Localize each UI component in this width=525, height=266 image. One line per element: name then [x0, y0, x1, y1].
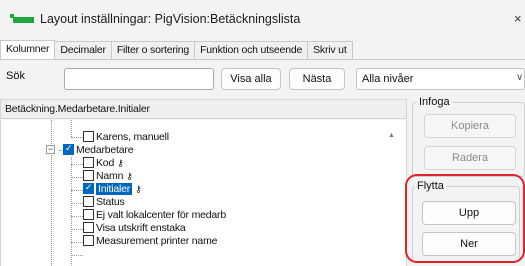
- close-icon[interactable]: ×: [514, 11, 522, 26]
- delete-button[interactable]: Radera: [424, 146, 516, 170]
- checkbox[interactable]: [83, 170, 94, 181]
- collapse-icon[interactable]: −: [46, 145, 55, 154]
- tab-funktion-utseende[interactable]: Funktion och utseende: [194, 41, 309, 59]
- tree-node-label: Measurement printer name: [96, 235, 218, 247]
- checkbox[interactable]: [83, 235, 94, 246]
- tree-connector: [71, 229, 83, 230]
- tree-node-label: Visa utskrift enstaka: [96, 222, 186, 234]
- checkbox[interactable]: [83, 196, 94, 207]
- tab-decimaler[interactable]: Decimaler: [54, 41, 112, 59]
- tab-divider: [0, 59, 525, 60]
- search-input[interactable]: [64, 68, 214, 90]
- tree-connector: [51, 120, 52, 266]
- tree-connector: [71, 242, 83, 243]
- highlight-annotation: [405, 174, 525, 263]
- tree-node[interactable]: Kod ⚷: [83, 157, 124, 170]
- checkbox[interactable]: [83, 157, 94, 168]
- tree-connector: [71, 203, 83, 204]
- window-title: Layout inställningar: PigVision:Betäckni…: [40, 12, 301, 26]
- show-all-button[interactable]: Visa alla: [221, 68, 281, 90]
- checkbox[interactable]: [83, 222, 94, 233]
- tab-strip: Kolumner Decimaler Filter o sortering Fu…: [0, 40, 353, 60]
- next-button[interactable]: Nästa: [289, 68, 345, 90]
- tree-node-label: Medarbetare: [76, 144, 134, 156]
- tree-node-selected[interactable]: Initialer⚷: [83, 182, 142, 196]
- tree-node[interactable]: Measurement printer name: [83, 235, 217, 248]
- tree-connector: [71, 137, 83, 138]
- tree-node[interactable]: Karens, manuell: [83, 131, 169, 144]
- key-icon: ⚷: [135, 185, 142, 195]
- level-select[interactable]: Alla nivåer ∨: [356, 68, 525, 90]
- title-bar: Layout inställningar: PigVision:Betäckni…: [0, 0, 525, 40]
- level-select-value: Alla nivåer: [362, 73, 414, 85]
- tree-connector: [71, 190, 83, 191]
- copy-button[interactable]: Kopiera: [424, 114, 516, 138]
- tree-connector: [71, 216, 83, 217]
- path-text: Betäckning.Medarbetare.Initialer: [5, 103, 150, 115]
- tree-connector: [71, 164, 83, 165]
- tree-node-label: Namn: [96, 170, 124, 182]
- column-tree[interactable]: ▲ − Karens, manuell Medarbetare Kod⚷ Nam…: [0, 120, 407, 266]
- app-icon: [10, 14, 34, 23]
- checkbox[interactable]: [83, 182, 94, 195]
- tree-connector: [71, 157, 72, 266]
- tree-connector: [71, 177, 83, 178]
- checkbox[interactable]: [63, 143, 74, 156]
- tree-connector: [71, 255, 83, 256]
- tree-node[interactable]: Ej valt lokalcenter för medarb: [83, 209, 226, 222]
- tree-node[interactable]: Visa utskrift enstaka: [83, 222, 186, 235]
- tree-node-label: Status: [96, 196, 125, 208]
- tree-node-label: Initialer: [96, 183, 133, 195]
- tab-skriv-ut[interactable]: Skriv ut: [307, 41, 353, 59]
- tab-filter-sortering[interactable]: Filter o sortering: [110, 41, 196, 59]
- tree-node-label: Ej valt lokalcenter för medarb: [96, 209, 226, 221]
- insert-group-legend: Infoga: [417, 96, 452, 108]
- scroll-up-icon[interactable]: ▲: [388, 132, 395, 139]
- path-header: Betäckning.Medarbetare.Initialer: [0, 99, 407, 119]
- tab-kolumner[interactable]: Kolumner: [0, 40, 56, 60]
- tree-node[interactable]: Status: [83, 196, 125, 209]
- tree-node-label: Karens, manuell: [96, 131, 169, 143]
- chevron-down-icon: ∨: [516, 72, 524, 83]
- search-label: Sök: [6, 70, 25, 82]
- tree-node-label: Kod: [96, 157, 115, 169]
- checkbox[interactable]: [83, 209, 94, 220]
- tree-node[interactable]: Medarbetare: [63, 143, 134, 157]
- tree-connector: [71, 120, 72, 137]
- checkbox[interactable]: [83, 131, 94, 142]
